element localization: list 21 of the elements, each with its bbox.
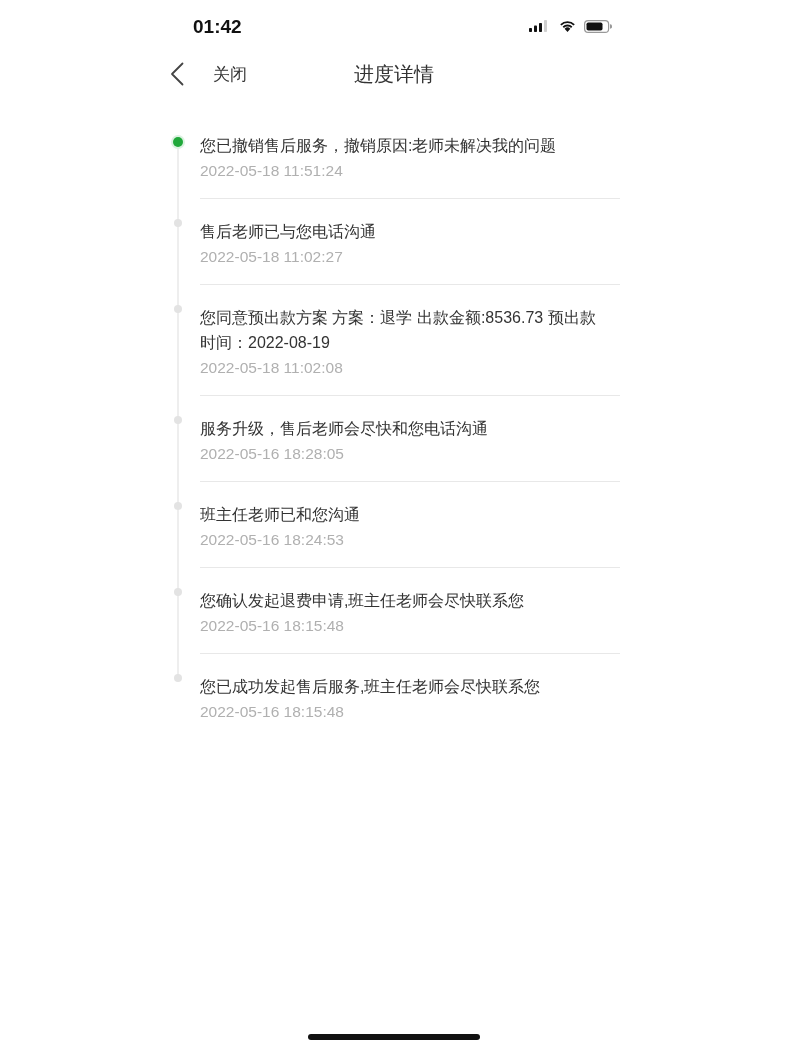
close-button[interactable]: 关闭 bbox=[213, 65, 247, 83]
event-text: 售后老师已与您电话沟通 bbox=[200, 222, 377, 242]
signal-icon bbox=[529, 20, 547, 32]
event-text: 您已撤销售后服务，撤销原因:老师未解决我的问题 bbox=[200, 136, 558, 156]
event-text: 服务升级，售后老师会尽快和您电话沟通 bbox=[200, 419, 489, 439]
event-timestamp: 2022-05-18 11:02:27 bbox=[200, 247, 344, 267]
wifi-icon bbox=[559, 20, 576, 32]
status-time: 01:42 bbox=[193, 16, 242, 36]
event-timestamp: 2022-05-18 11:02:08 bbox=[200, 358, 344, 378]
event-text: 您同意预出款方案 方案：退学 出款金额:8536.73 预出款时间：2022-08-19 bbox=[200, 308, 597, 353]
event-timestamp: 2022-05-16 18:28:05 bbox=[200, 444, 345, 464]
page-title: 进度详情 bbox=[354, 64, 434, 84]
event-timestamp: 2022-05-16 18:15:48 bbox=[200, 616, 345, 636]
event-text: 您已成功发起售后服务,班主任老师会尽快联系您 bbox=[200, 677, 542, 697]
battery-icon bbox=[584, 19, 612, 33]
event-text: 您确认发起退费申请,班主任老师会尽快联系您 bbox=[200, 591, 526, 611]
event-text: 班主任老师已和您沟通 bbox=[200, 505, 361, 525]
back-icon[interactable] bbox=[170, 62, 184, 86]
event-timestamp: 2022-05-18 11:51:24 bbox=[200, 161, 344, 181]
event-timestamp: 2022-05-16 18:24:53 bbox=[200, 530, 345, 550]
event-timestamp: 2022-05-16 18:15:48 bbox=[200, 702, 345, 722]
